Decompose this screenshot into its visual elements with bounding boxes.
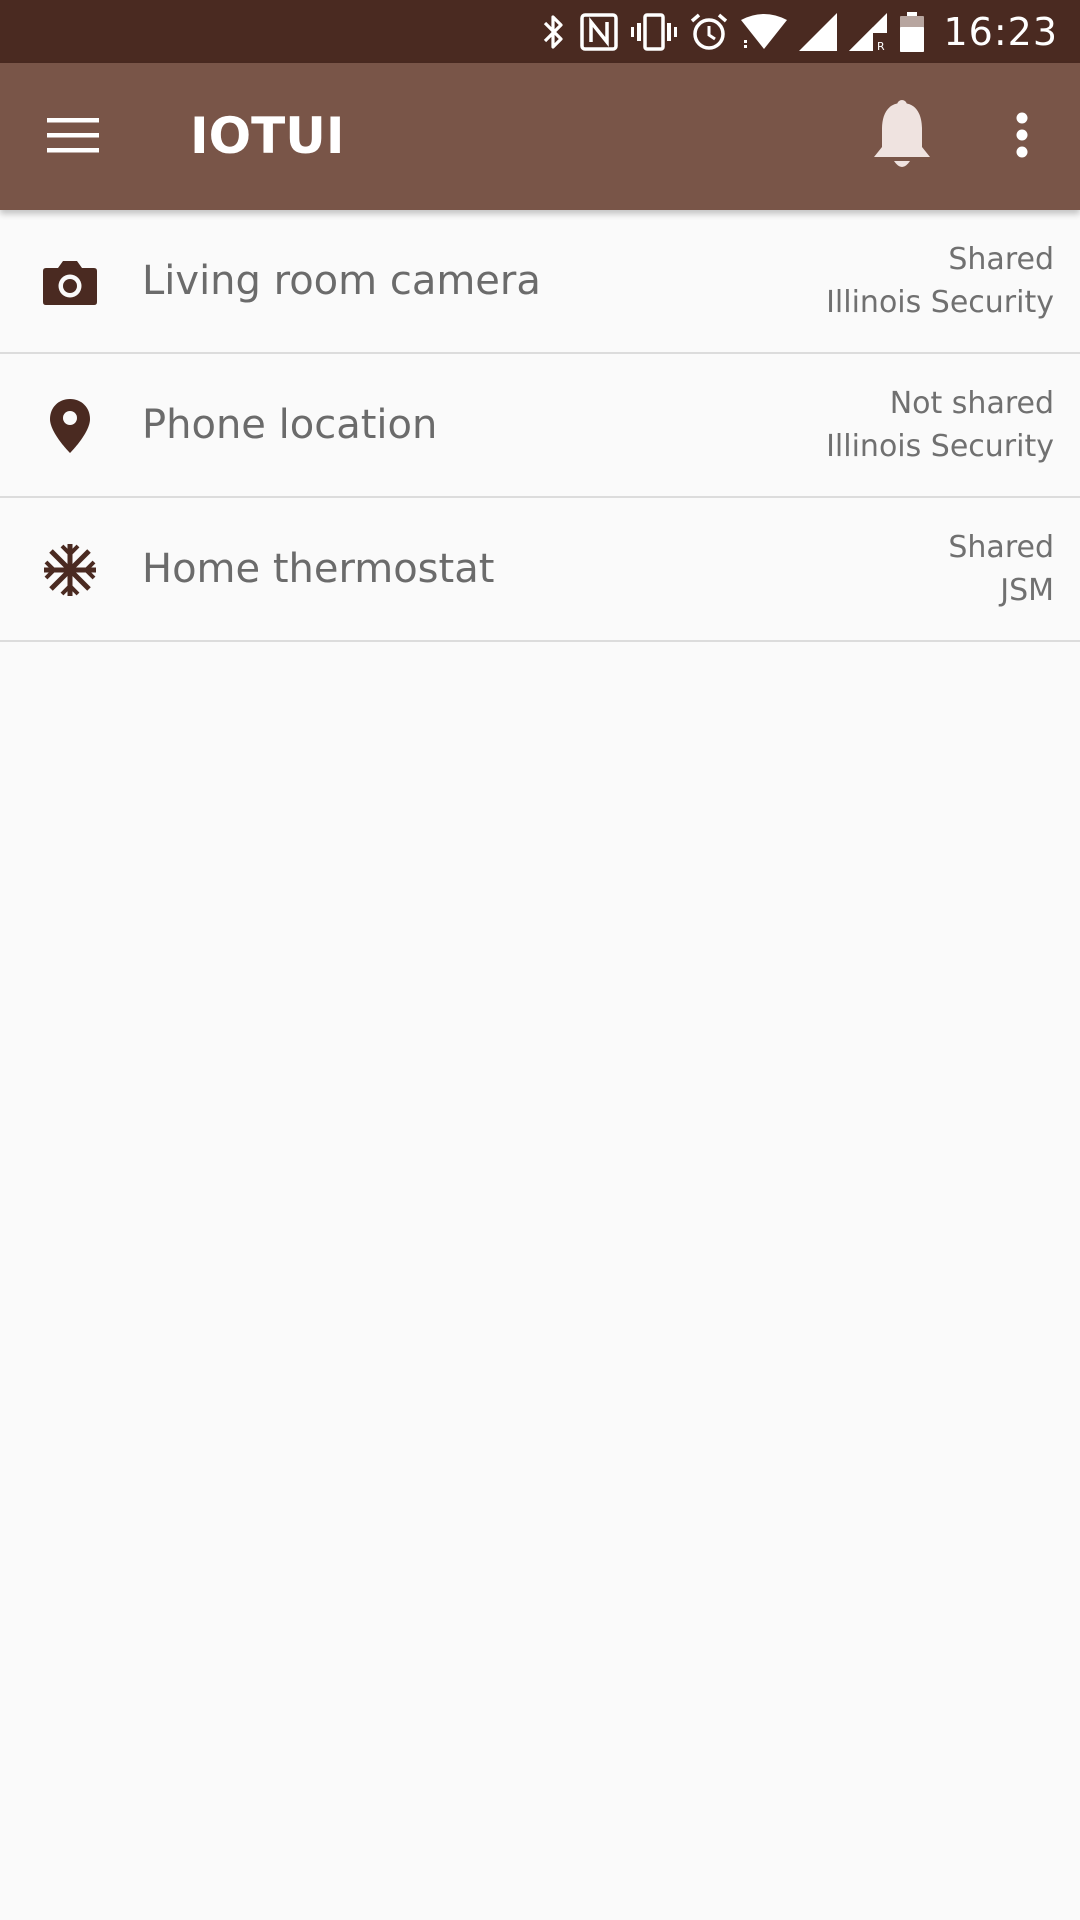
device-meta: Not shared Illinois Security [826,382,1054,468]
app-title: IOTUI [190,107,345,165]
hamburger-menu-icon [47,116,99,158]
sharing-status: Shared [948,242,1054,277]
list-item[interactable]: Living room camera Shared Illinois Secur… [0,210,1080,354]
provider-name: JSM [1000,573,1054,608]
bell-icon [872,99,932,175]
device-name: Living room camera [142,258,541,304]
status-time: 16:23 [943,9,1058,54]
location-pin-icon [38,394,102,458]
device-list: Living room camera Shared Illinois Secur… [0,210,1080,642]
device-name: Home thermostat [142,546,495,592]
cell-signal-roaming-icon: R [849,12,888,51]
status-icons: R 16:23 [541,0,1080,63]
device-meta: Shared Illinois Security [826,238,1054,324]
svg-text:R: R [877,40,885,51]
wifi-icon [741,13,788,50]
more-vert-icon [1015,112,1029,162]
nfc-icon [579,12,619,52]
snowflake-icon [38,538,102,602]
list-item[interactable]: Phone location Not shared Illinois Secur… [0,354,1080,498]
battery-icon [899,11,925,52]
provider-name: Illinois Security [826,285,1054,320]
notifications-button[interactable] [860,95,944,179]
app-bar: IOTUI [0,63,1080,210]
provider-name: Illinois Security [826,429,1054,464]
device-meta: Shared JSM [948,526,1054,612]
sharing-status: Not shared [889,386,1054,421]
bluetooth-icon [541,12,567,52]
vibrate-icon [631,12,678,52]
alarm-icon [689,12,729,52]
list-item[interactable]: Home thermostat Shared JSM [0,498,1080,642]
status-bar: R 16:23 [0,0,1080,63]
menu-button[interactable] [30,99,116,175]
device-name: Phone location [142,402,438,448]
camera-icon [38,250,102,314]
overflow-menu-button[interactable] [992,95,1052,179]
cell-signal-icon [799,12,838,51]
sharing-status: Shared [948,530,1054,565]
